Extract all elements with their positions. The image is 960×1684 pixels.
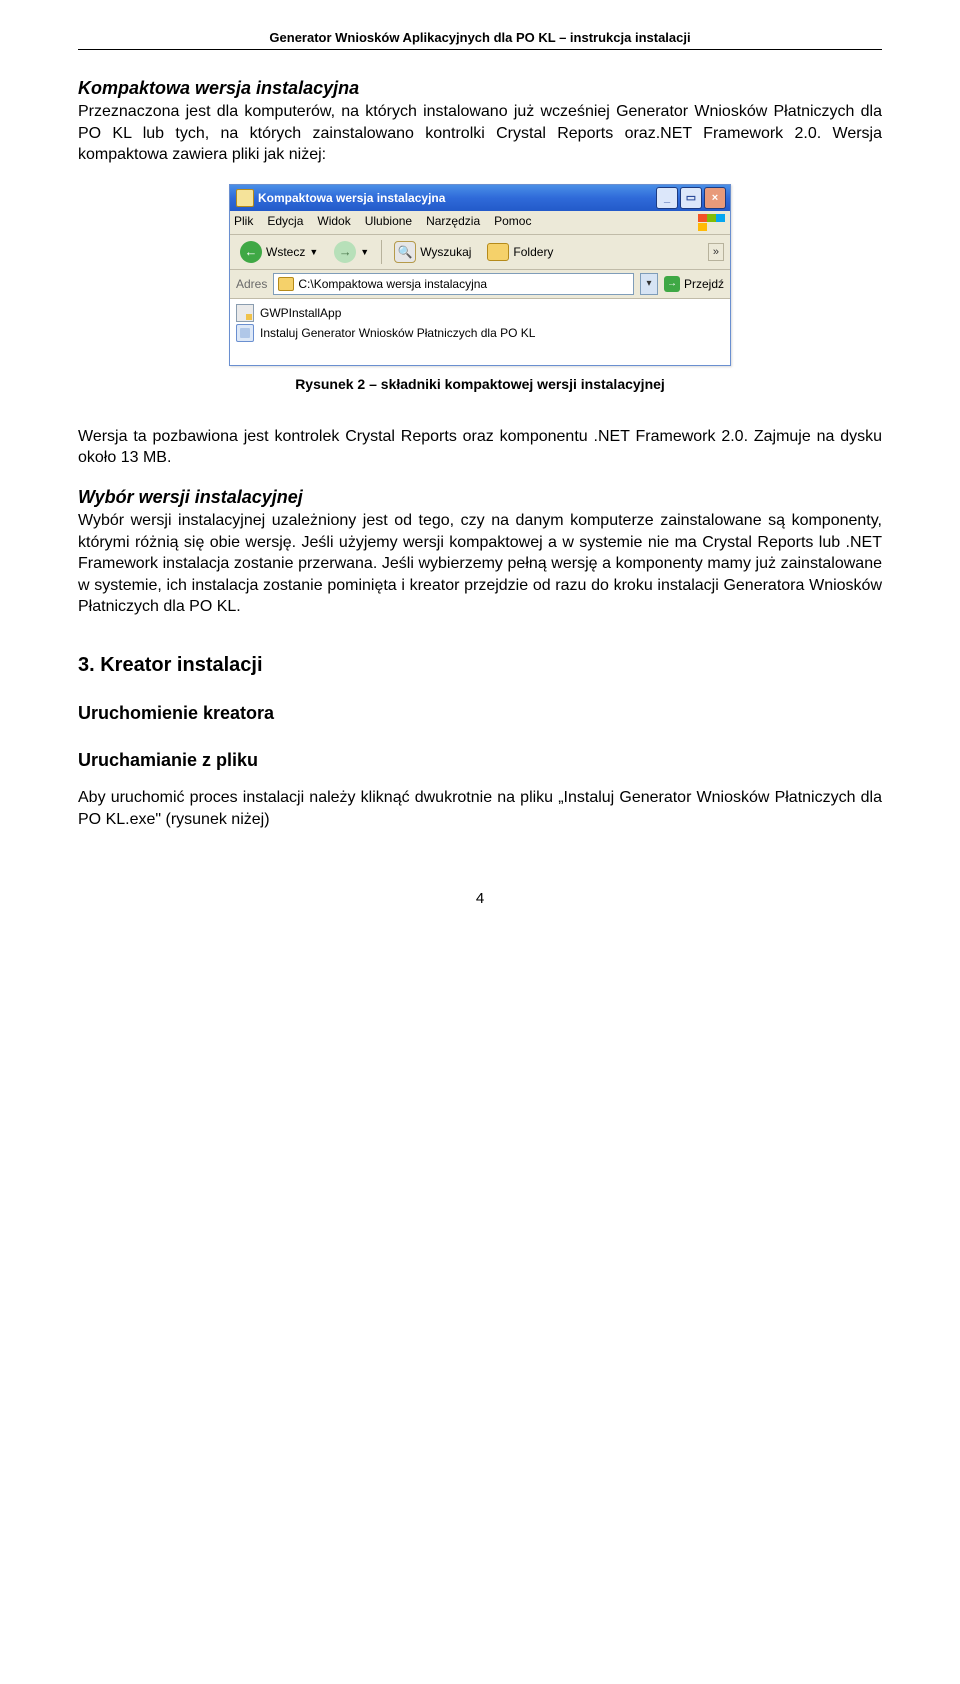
close-button[interactable]: × <box>704 187 726 209</box>
menu-pomoc[interactable]: Pomoc <box>494 214 531 232</box>
search-label: Wyszukaj <box>420 245 471 259</box>
paragraph-uruchamianie: Aby uruchomić proces instalacji należy k… <box>78 787 882 830</box>
search-button[interactable]: 🔍 Wyszukaj <box>390 239 475 265</box>
folder-icon <box>278 277 294 291</box>
page-number: 4 <box>78 890 882 907</box>
toolbar-separator <box>381 240 382 264</box>
toolbar: ← Wstecz ▼ → ▼ 🔍 Wyszukaj Foldery » <box>230 235 730 270</box>
search-icon: 🔍 <box>394 241 416 263</box>
windows-logo-icon <box>698 214 726 232</box>
folders-label: Foldery <box>513 245 553 259</box>
folders-button[interactable]: Foldery <box>483 241 557 263</box>
explorer-window: Kompaktowa wersja instalacyjna _ ▭ × Pli… <box>229 184 731 366</box>
menu-plik[interactable]: Plik <box>234 214 253 232</box>
menu-ulubione[interactable]: Ulubione <box>365 214 412 232</box>
maximize-button[interactable]: ▭ <box>680 187 702 209</box>
forward-button[interactable]: → ▼ <box>330 239 373 265</box>
back-button[interactable]: ← Wstecz ▼ <box>236 239 322 265</box>
go-button[interactable]: → Przejdź <box>664 276 724 292</box>
forward-arrow-icon: → <box>334 241 356 263</box>
menubar: Plik Edycja Widok Ulubione Narzędzia Pom… <box>230 211 730 235</box>
back-label: Wstecz <box>266 245 305 259</box>
heading-uruchamianie-z-pliku: Uruchamianie z pliku <box>78 750 882 771</box>
menu-edycja[interactable]: Edycja <box>267 214 303 232</box>
chevron-down-icon: ▼ <box>309 247 318 257</box>
address-label: Adres <box>236 277 267 291</box>
paragraph-after-fig2: Wersja ta pozbawiona jest kontrolek Crys… <box>78 426 882 469</box>
window-title: Kompaktowa wersja instalacyjna <box>258 191 656 205</box>
folders-icon <box>487 243 509 261</box>
header-rule <box>78 49 882 50</box>
exe-file-icon <box>236 324 254 342</box>
minimize-button[interactable]: _ <box>656 187 678 209</box>
installer-file-icon <box>236 304 254 322</box>
menu-widok[interactable]: Widok <box>317 214 350 232</box>
list-item[interactable]: GWPInstallApp <box>236 303 724 323</box>
address-dropdown[interactable]: ▾ <box>640 273 658 295</box>
section-body-wybor: Wybór wersji instalacyjnej uzależniony j… <box>78 510 882 618</box>
address-input[interactable]: C:\Kompaktowa wersja instalacyjna <box>273 273 634 295</box>
section-title-kompaktowa: Kompaktowa wersja instalacyjna <box>78 78 882 99</box>
file-name: GWPInstallApp <box>260 306 341 320</box>
address-bar: Adres C:\Kompaktowa wersja instalacyjna … <box>230 270 730 299</box>
section-title-wybor: Wybór wersji instalacyjnej <box>78 487 882 508</box>
toolbar-overflow[interactable]: » <box>708 243 724 261</box>
back-arrow-icon: ← <box>240 241 262 263</box>
figure-caption-2: Rysunek 2 – składniki kompaktowej wersji… <box>78 376 882 392</box>
go-arrow-icon: → <box>664 276 680 292</box>
section-body-kompaktowa: Przeznaczona jest dla komputerów, na któ… <box>78 101 882 166</box>
file-name: Instaluj Generator Wniosków Płatniczych … <box>260 326 535 340</box>
file-pane: GWPInstallApp Instaluj Generator Wnioskó… <box>230 299 730 365</box>
go-label: Przejdź <box>684 277 724 291</box>
folder-icon <box>236 189 254 207</box>
heading-uruchomienie: Uruchomienie kreatora <box>78 703 882 724</box>
list-item[interactable]: Instaluj Generator Wniosków Płatniczych … <box>236 323 724 343</box>
running-head: Generator Wniosków Aplikacyjnych dla PO … <box>78 30 882 45</box>
chevron-down-icon: ▼ <box>360 247 369 257</box>
titlebar[interactable]: Kompaktowa wersja instalacyjna _ ▭ × <box>230 185 730 211</box>
address-path: C:\Kompaktowa wersja instalacyjna <box>298 277 487 291</box>
menu-narzedzia[interactable]: Narzędzia <box>426 214 480 232</box>
heading-kreator: 3. Kreator instalacji <box>78 654 882 677</box>
